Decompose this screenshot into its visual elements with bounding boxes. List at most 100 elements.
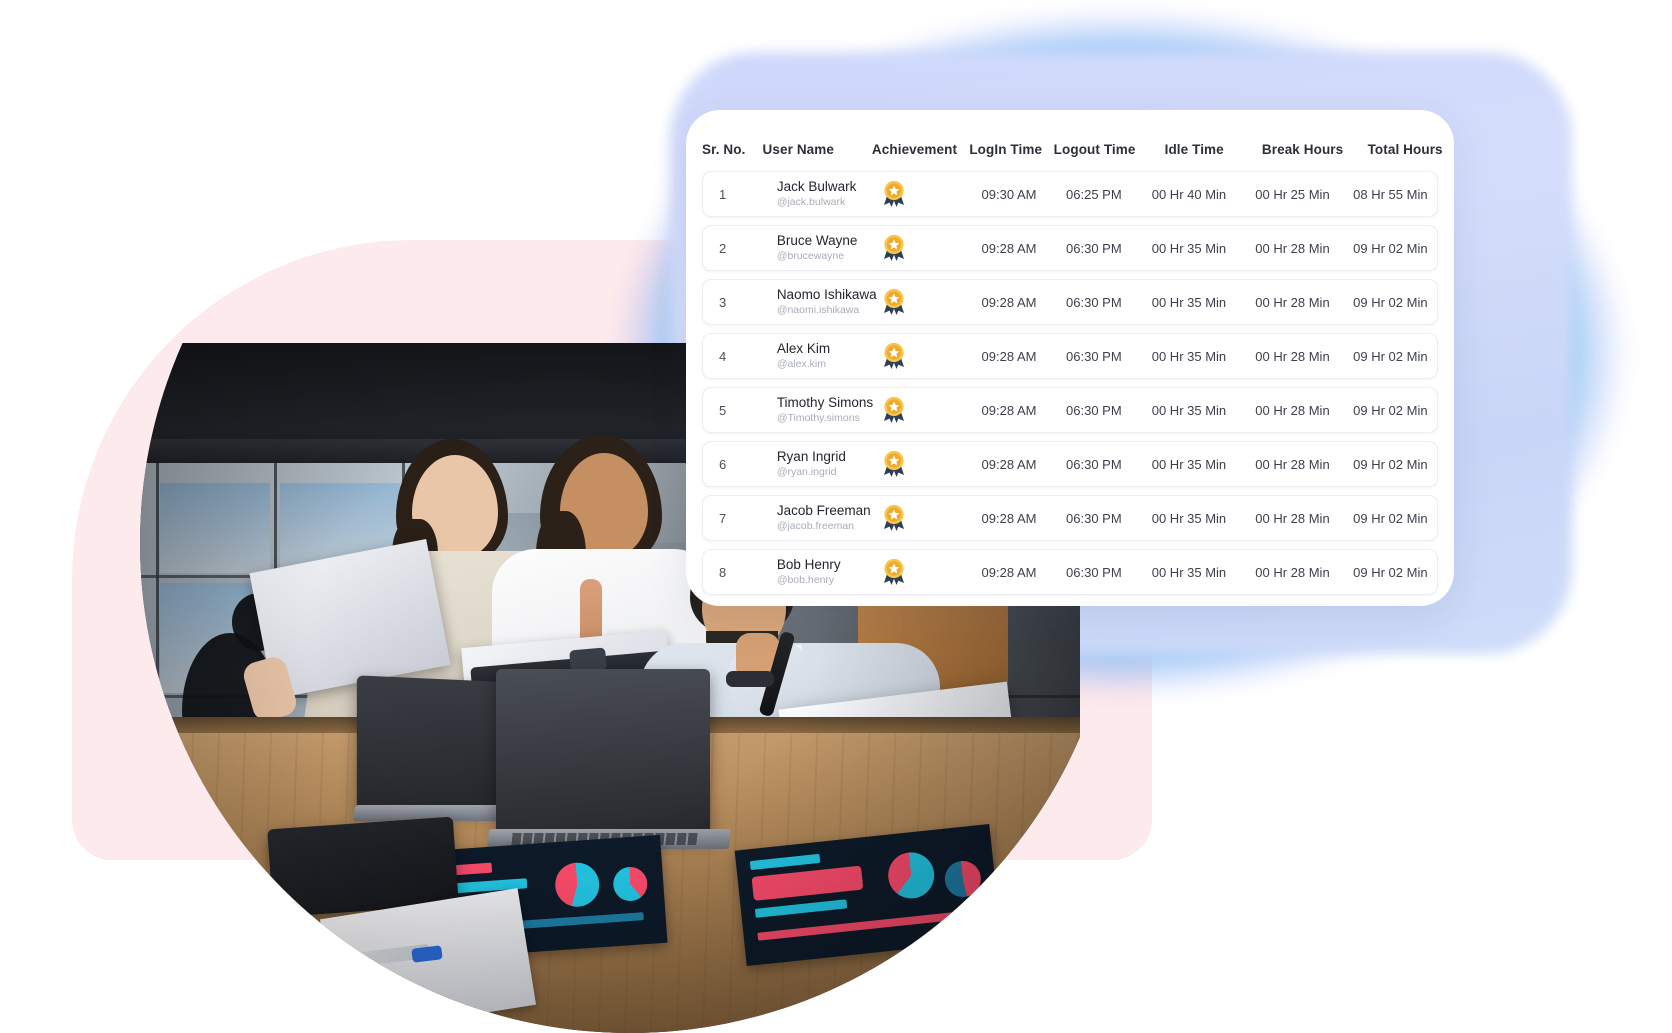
table-header-row: Sr. No. User Name Achievement LogIn Time… bbox=[686, 110, 1454, 171]
cell-break-hours: 00 Hr 28 Min bbox=[1255, 294, 1330, 310]
cell-logout-time: 06:30 PM bbox=[1066, 240, 1122, 256]
user-handle: @naomi.ishikawa bbox=[776, 303, 860, 316]
cell-logout-time: 06:30 PM bbox=[1066, 510, 1122, 526]
cell-idle-time: 00 Hr 35 Min bbox=[1151, 240, 1227, 256]
cell-user-name: Alex Kim @alex.kim bbox=[777, 341, 881, 372]
cell-login-time: 09:28 AM bbox=[981, 240, 1037, 256]
table-row[interactable]: 8 Bob Henry @bob.henry 09:28 AM 06:30 PM… bbox=[702, 549, 1438, 595]
cell-achievement bbox=[881, 342, 967, 370]
user-display-name: Naomo Ishikawa bbox=[776, 286, 877, 302]
cell-break-hours: 00 Hr 28 Min bbox=[1255, 240, 1330, 256]
table-row[interactable]: 7 Jacob Freeman @jacob.freeman 09:28 AM … bbox=[702, 495, 1438, 541]
cell-login-time: 09:28 AM bbox=[981, 294, 1037, 310]
column-header-login-time: LogIn Time bbox=[969, 142, 1043, 157]
cell-sr-no: 4 bbox=[719, 348, 727, 364]
cell-login-time: 09:28 AM bbox=[981, 564, 1037, 580]
cell-login-time: 09:28 AM bbox=[981, 402, 1037, 418]
cell-break-hours: 00 Hr 25 Min bbox=[1255, 186, 1330, 202]
cell-achievement bbox=[881, 558, 967, 586]
page-root: Sr. No. User Name Achievement LogIn Time… bbox=[0, 0, 1672, 1033]
cell-sr-no: 8 bbox=[719, 564, 727, 580]
cell-sr-no: 6 bbox=[719, 456, 727, 472]
user-handle: @brucewayne bbox=[776, 249, 845, 262]
cell-login-time: 09:28 AM bbox=[981, 510, 1037, 526]
cell-total-hours: 09 Hr 02 Min bbox=[1353, 402, 1428, 418]
cell-user-name: Jack Bulwark @jack.bulwark bbox=[777, 179, 881, 210]
medal-icon bbox=[881, 558, 907, 586]
cell-logout-time: 06:30 PM bbox=[1066, 402, 1122, 418]
cell-break-hours: 00 Hr 28 Min bbox=[1255, 348, 1330, 364]
cell-user-name: Ryan Ingrid @ryan.ingrid bbox=[777, 449, 881, 480]
cell-break-hours: 00 Hr 28 Min bbox=[1255, 402, 1330, 418]
cell-logout-time: 06:25 PM bbox=[1066, 186, 1122, 202]
cell-idle-time: 00 Hr 35 Min bbox=[1151, 564, 1227, 580]
column-header-achievement: Achievement bbox=[871, 142, 958, 157]
cell-logout-time: 06:30 PM bbox=[1066, 456, 1122, 472]
user-handle: @Timothy.simons bbox=[776, 411, 860, 424]
cell-login-time: 09:30 AM bbox=[981, 186, 1037, 202]
user-display-name: Bruce Wayne bbox=[776, 232, 858, 248]
attendance-dashboard-card: Sr. No. User Name Achievement LogIn Time… bbox=[686, 110, 1454, 606]
user-handle: @bob.henry bbox=[776, 573, 835, 586]
cell-logout-time: 06:30 PM bbox=[1066, 294, 1122, 310]
cell-user-name: Timothy Simons @Timothy.simons bbox=[777, 395, 881, 426]
medal-icon bbox=[881, 396, 907, 424]
cell-achievement bbox=[881, 180, 967, 208]
cell-idle-time: 00 Hr 40 Min bbox=[1151, 186, 1227, 202]
cell-logout-time: 06:30 PM bbox=[1066, 564, 1122, 580]
medal-icon bbox=[881, 288, 907, 316]
column-header-sr-no: Sr. No. bbox=[702, 142, 746, 157]
user-display-name: Ryan Ingrid bbox=[776, 448, 846, 464]
cell-idle-time: 00 Hr 35 Min bbox=[1151, 348, 1227, 364]
cell-login-time: 09:28 AM bbox=[981, 348, 1037, 364]
table-row[interactable]: 2 Bruce Wayne @brucewayne 09:28 AM 06:30… bbox=[702, 225, 1438, 271]
medal-icon bbox=[881, 342, 907, 370]
cell-user-name: Bruce Wayne @brucewayne bbox=[777, 233, 881, 264]
medal-icon bbox=[881, 234, 907, 262]
user-display-name: Timothy Simons bbox=[776, 394, 874, 410]
column-header-user-name: User Name bbox=[762, 142, 834, 157]
cell-achievement bbox=[881, 504, 967, 532]
medal-icon bbox=[881, 180, 907, 208]
cell-sr-no: 3 bbox=[719, 294, 727, 310]
cell-achievement bbox=[881, 234, 967, 262]
column-header-idle-time: Idle Time bbox=[1164, 142, 1224, 157]
cell-achievement bbox=[881, 396, 967, 424]
table-row[interactable]: 5 Timothy Simons @Timothy.simons 09:28 A… bbox=[702, 387, 1438, 433]
cell-total-hours: 09 Hr 02 Min bbox=[1353, 294, 1428, 310]
cell-break-hours: 00 Hr 28 Min bbox=[1255, 510, 1330, 526]
attendance-table-body: 1 Jack Bulwark @jack.bulwark 09:30 AM 06… bbox=[686, 171, 1454, 606]
cell-user-name: Bob Henry @bob.henry bbox=[777, 557, 881, 588]
cell-achievement bbox=[881, 450, 967, 478]
cell-total-hours: 09 Hr 02 Min bbox=[1353, 510, 1428, 526]
cell-break-hours: 00 Hr 28 Min bbox=[1255, 456, 1330, 472]
cell-idle-time: 00 Hr 35 Min bbox=[1151, 402, 1227, 418]
column-header-break-hours: Break Hours bbox=[1261, 142, 1344, 157]
cell-total-hours: 09 Hr 02 Min bbox=[1353, 240, 1428, 256]
cell-logout-time: 06:30 PM bbox=[1066, 348, 1122, 364]
table-row[interactable]: 3 Naomo Ishikawa @naomi.ishikawa 09:28 A… bbox=[702, 279, 1438, 325]
cell-login-time: 09:28 AM bbox=[981, 456, 1037, 472]
cell-idle-time: 00 Hr 35 Min bbox=[1151, 294, 1227, 310]
cell-total-hours: 08 Hr 55 Min bbox=[1353, 186, 1428, 202]
user-handle: @ryan.ingrid bbox=[776, 465, 837, 478]
cell-total-hours: 09 Hr 02 Min bbox=[1353, 348, 1428, 364]
cell-sr-no: 1 bbox=[719, 186, 727, 202]
user-display-name: Jacob Freeman bbox=[776, 502, 871, 518]
cell-total-hours: 09 Hr 02 Min bbox=[1353, 564, 1428, 580]
column-header-logout-time: Logout Time bbox=[1053, 142, 1136, 157]
user-display-name: Alex Kim bbox=[776, 340, 831, 356]
cell-idle-time: 00 Hr 35 Min bbox=[1151, 510, 1227, 526]
cell-achievement bbox=[881, 288, 967, 316]
table-row[interactable]: 4 Alex Kim @alex.kim 09:28 AM 06:30 PM 0… bbox=[702, 333, 1438, 379]
column-header-total-hours: Total Hours bbox=[1367, 142, 1443, 157]
cell-user-name: Naomo Ishikawa @naomi.ishikawa bbox=[777, 287, 881, 318]
user-handle: @jacob.freeman bbox=[776, 519, 855, 532]
table-row[interactable]: 6 Ryan Ingrid @ryan.ingrid 09:28 AM 06:3… bbox=[702, 441, 1438, 487]
cell-break-hours: 00 Hr 28 Min bbox=[1255, 564, 1330, 580]
cell-user-name: Jacob Freeman @jacob.freeman bbox=[777, 503, 881, 534]
cell-sr-no: 2 bbox=[719, 240, 727, 256]
table-row[interactable]: 1 Jack Bulwark @jack.bulwark 09:30 AM 06… bbox=[702, 171, 1438, 217]
cell-sr-no: 5 bbox=[719, 402, 727, 418]
medal-icon bbox=[881, 450, 907, 478]
